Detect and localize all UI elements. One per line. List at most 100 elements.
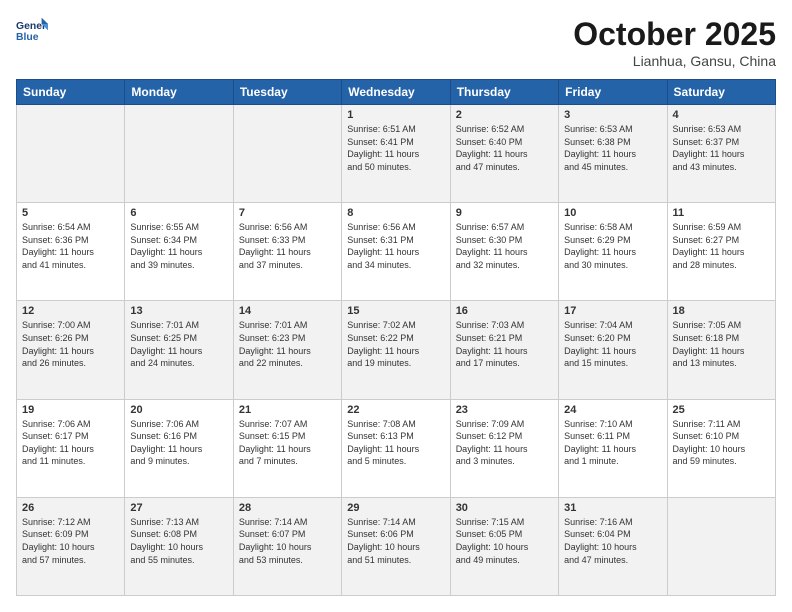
calendar-row-5: 26 Sunrise: 7:12 AM Sunset: 6:09 PM Dayli… [17,497,776,595]
table-cell: 20 Sunrise: 7:06 AM Sunset: 6:16 PM Dayli… [125,399,233,497]
day-number: 25 [673,404,770,416]
table-cell [125,105,233,203]
title-block: October 2025 Lianhua, Gansu, China [573,16,776,69]
day-number: 11 [673,207,770,219]
day-info: Sunrise: 7:06 AM Sunset: 6:16 PM Dayligh… [130,418,227,468]
day-number: 27 [130,502,227,514]
svg-text:Blue: Blue [16,32,39,43]
day-info: Sunrise: 6:52 AM Sunset: 6:40 PM Dayligh… [456,123,553,173]
calendar-table: Sunday Monday Tuesday Wednesday Thursday… [16,79,776,596]
day-number: 26 [22,502,119,514]
table-cell: 16 Sunrise: 7:03 AM Sunset: 6:21 PM Dayli… [450,301,558,399]
table-cell: 12 Sunrise: 7:00 AM Sunset: 6:26 PM Dayli… [17,301,125,399]
day-number: 18 [673,305,770,317]
day-info: Sunrise: 7:00 AM Sunset: 6:26 PM Dayligh… [22,319,119,369]
day-info: Sunrise: 7:04 AM Sunset: 6:20 PM Dayligh… [564,319,661,369]
calendar-row-2: 5Sunrise: 6:54 AM Sunset: 6:36 PM Daylig… [17,203,776,301]
header-saturday: Saturday [667,80,775,105]
day-info: Sunrise: 7:02 AM Sunset: 6:22 PM Dayligh… [347,319,444,369]
table-cell: 25 Sunrise: 7:11 AM Sunset: 6:10 PM Dayli… [667,399,775,497]
header-thursday: Thursday [450,80,558,105]
day-info: Sunrise: 7:09 AM Sunset: 6:12 PM Dayligh… [456,418,553,468]
table-cell: 3 Sunrise: 6:53 AM Sunset: 6:38 PM Daylig… [559,105,667,203]
table-cell [17,105,125,203]
table-cell: 23Sunrise: 7:09 AM Sunset: 6:12 PM Dayli… [450,399,558,497]
day-number: 30 [456,502,553,514]
table-cell: 13Sunrise: 7:01 AM Sunset: 6:25 PM Dayli… [125,301,233,399]
day-info: Sunrise: 6:56 AM Sunset: 6:31 PM Dayligh… [347,221,444,271]
day-number: 8 [347,207,444,219]
day-info: Sunrise: 6:53 AM Sunset: 6:38 PM Dayligh… [564,123,661,173]
day-info: Sunrise: 7:14 AM Sunset: 6:06 PM Dayligh… [347,516,444,566]
calendar-row-1: 1 Sunrise: 6:51 AM Sunset: 6:41 PM Daylig… [17,105,776,203]
day-info: Sunrise: 7:06 AM Sunset: 6:17 PM Dayligh… [22,418,119,468]
header: General Blue October 2025 Lianhua, Gansu… [16,16,776,69]
day-number: 1 [347,109,444,121]
day-number: 9 [456,207,553,219]
table-cell: 10Sunrise: 6:58 AM Sunset: 6:29 PM Dayli… [559,203,667,301]
day-info: Sunrise: 7:10 AM Sunset: 6:11 PM Dayligh… [564,418,661,468]
table-cell: 28 Sunrise: 7:14 AM Sunset: 6:07 PM Dayli… [233,497,341,595]
table-cell: 17 Sunrise: 7:04 AM Sunset: 6:20 PM Dayli… [559,301,667,399]
day-number: 28 [239,502,336,514]
table-cell: 30 Sunrise: 7:15 AM Sunset: 6:05 PM Dayli… [450,497,558,595]
day-number: 10 [564,207,661,219]
table-cell: 1 Sunrise: 6:51 AM Sunset: 6:41 PM Daylig… [342,105,450,203]
day-info: Sunrise: 7:15 AM Sunset: 6:05 PM Dayligh… [456,516,553,566]
day-number: 7 [239,207,336,219]
day-info: Sunrise: 6:51 AM Sunset: 6:41 PM Dayligh… [347,123,444,173]
calendar-row-3: 12 Sunrise: 7:00 AM Sunset: 6:26 PM Dayli… [17,301,776,399]
calendar-header-row: Sunday Monday Tuesday Wednesday Thursday… [17,80,776,105]
table-cell: 7 Sunrise: 6:56 AM Sunset: 6:33 PM Daylig… [233,203,341,301]
table-cell: 29 Sunrise: 7:14 AM Sunset: 6:06 PM Dayli… [342,497,450,595]
table-cell: 14Sunrise: 7:01 AM Sunset: 6:23 PM Dayli… [233,301,341,399]
day-info: Sunrise: 6:54 AM Sunset: 6:36 PM Dayligh… [22,221,119,271]
day-number: 20 [130,404,227,416]
header-monday: Monday [125,80,233,105]
day-number: 6 [130,207,227,219]
day-number: 19 [22,404,119,416]
day-number: 12 [22,305,119,317]
day-info: Sunrise: 7:11 AM Sunset: 6:10 PM Dayligh… [673,418,770,468]
day-number: 16 [456,305,553,317]
day-number: 15 [347,305,444,317]
day-info: Sunrise: 7:01 AM Sunset: 6:25 PM Dayligh… [130,319,227,369]
day-number: 17 [564,305,661,317]
table-cell: 5Sunrise: 6:54 AM Sunset: 6:36 PM Daylig… [17,203,125,301]
day-info: Sunrise: 7:01 AM Sunset: 6:23 PM Dayligh… [239,319,336,369]
table-cell: 9Sunrise: 6:57 AM Sunset: 6:30 PM Daylig… [450,203,558,301]
header-tuesday: Tuesday [233,80,341,105]
day-number: 29 [347,502,444,514]
table-cell: 22Sunrise: 7:08 AM Sunset: 6:13 PM Dayli… [342,399,450,497]
table-cell: 18Sunrise: 7:05 AM Sunset: 6:18 PM Dayli… [667,301,775,399]
day-info: Sunrise: 6:56 AM Sunset: 6:33 PM Dayligh… [239,221,336,271]
table-cell: 4Sunrise: 6:53 AM Sunset: 6:37 PM Daylig… [667,105,775,203]
page: General Blue October 2025 Lianhua, Gansu… [0,0,792,612]
logo: General Blue [16,16,48,44]
table-cell: 31Sunrise: 7:16 AM Sunset: 6:04 PM Dayli… [559,497,667,595]
header-sunday: Sunday [17,80,125,105]
day-number: 3 [564,109,661,121]
calendar-row-4: 19 Sunrise: 7:06 AM Sunset: 6:17 PM Dayli… [17,399,776,497]
table-cell: 6 Sunrise: 6:55 AM Sunset: 6:34 PM Daylig… [125,203,233,301]
table-cell: 8 Sunrise: 6:56 AM Sunset: 6:31 PM Daylig… [342,203,450,301]
day-info: Sunrise: 7:13 AM Sunset: 6:08 PM Dayligh… [130,516,227,566]
month-title: October 2025 [573,16,776,53]
table-cell: 15 Sunrise: 7:02 AM Sunset: 6:22 PM Dayli… [342,301,450,399]
table-cell: 26 Sunrise: 7:12 AM Sunset: 6:09 PM Dayli… [17,497,125,595]
day-number: 22 [347,404,444,416]
day-number: 21 [239,404,336,416]
day-info: Sunrise: 6:53 AM Sunset: 6:37 PM Dayligh… [673,123,770,173]
day-info: Sunrise: 7:03 AM Sunset: 6:21 PM Dayligh… [456,319,553,369]
day-info: Sunrise: 7:12 AM Sunset: 6:09 PM Dayligh… [22,516,119,566]
table-cell [233,105,341,203]
table-cell: 11Sunrise: 6:59 AM Sunset: 6:27 PM Dayli… [667,203,775,301]
day-info: Sunrise: 7:14 AM Sunset: 6:07 PM Dayligh… [239,516,336,566]
day-info: Sunrise: 6:55 AM Sunset: 6:34 PM Dayligh… [130,221,227,271]
header-friday: Friday [559,80,667,105]
day-number: 24 [564,404,661,416]
day-number: 2 [456,109,553,121]
table-cell [667,497,775,595]
table-cell: 21Sunrise: 7:07 AM Sunset: 6:15 PM Dayli… [233,399,341,497]
logo-icon: General Blue [16,16,48,44]
